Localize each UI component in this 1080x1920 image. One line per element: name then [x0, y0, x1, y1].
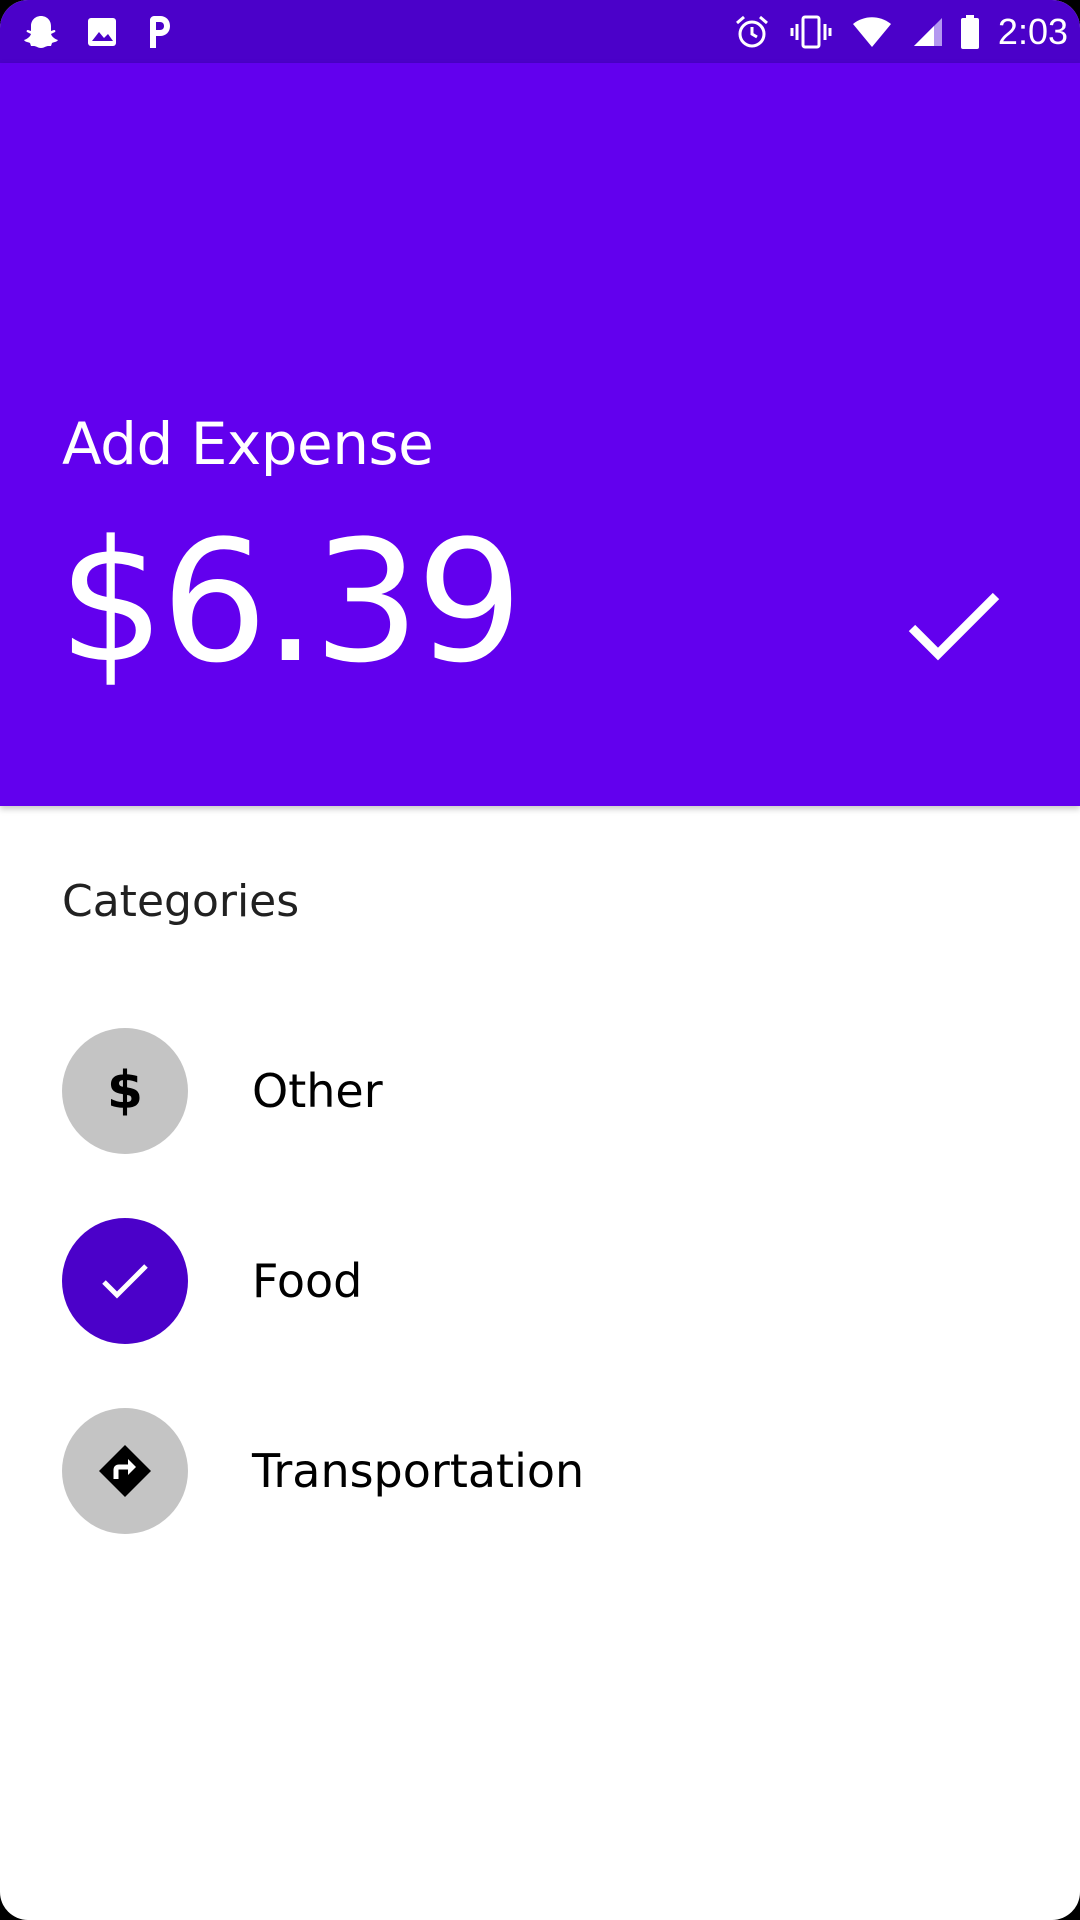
category-icon-circle-selected — [62, 1218, 188, 1344]
category-label: Transportation — [252, 1444, 585, 1498]
check-icon — [102, 1264, 148, 1299]
dollar-icon: $ — [106, 1061, 144, 1121]
category-icon-circle: $ — [62, 1028, 188, 1154]
status-bar: 2:03 — [0, 0, 1080, 63]
snapchat-icon — [22, 14, 60, 50]
battery-icon — [960, 14, 980, 50]
category-icon-circle — [62, 1408, 188, 1534]
alarm-icon — [734, 14, 770, 50]
status-bar-notifications — [22, 14, 198, 50]
status-time: 2:03 — [997, 11, 1068, 52]
category-item-food[interactable]: Food — [0, 1206, 1080, 1356]
wifi-icon — [852, 15, 892, 49]
directions-icon — [99, 1445, 151, 1497]
vibrate-icon — [790, 14, 832, 50]
category-item-transportation[interactable]: Transportation — [0, 1396, 1080, 1546]
image-icon — [86, 16, 118, 48]
category-label: Other — [252, 1064, 383, 1118]
p-app-icon — [144, 14, 172, 50]
category-label: Food — [252, 1254, 363, 1308]
check-icon — [908, 592, 1000, 661]
page-title: Add Expense — [62, 410, 434, 478]
expense-amount[interactable]: $6.39 — [58, 518, 523, 686]
confirm-button[interactable] — [894, 568, 1014, 688]
category-item-other[interactable]: $ Other — [0, 1016, 1080, 1166]
status-bar-system: 2:03 — [734, 11, 1068, 52]
signal-icon — [912, 16, 944, 48]
expense-header: Add Expense $6.39 — [0, 63, 1080, 806]
categories-title: Categories — [62, 876, 300, 927]
app-screen: 2:03 Add Expense $6.39 Categories $ Othe… — [0, 0, 1080, 1920]
